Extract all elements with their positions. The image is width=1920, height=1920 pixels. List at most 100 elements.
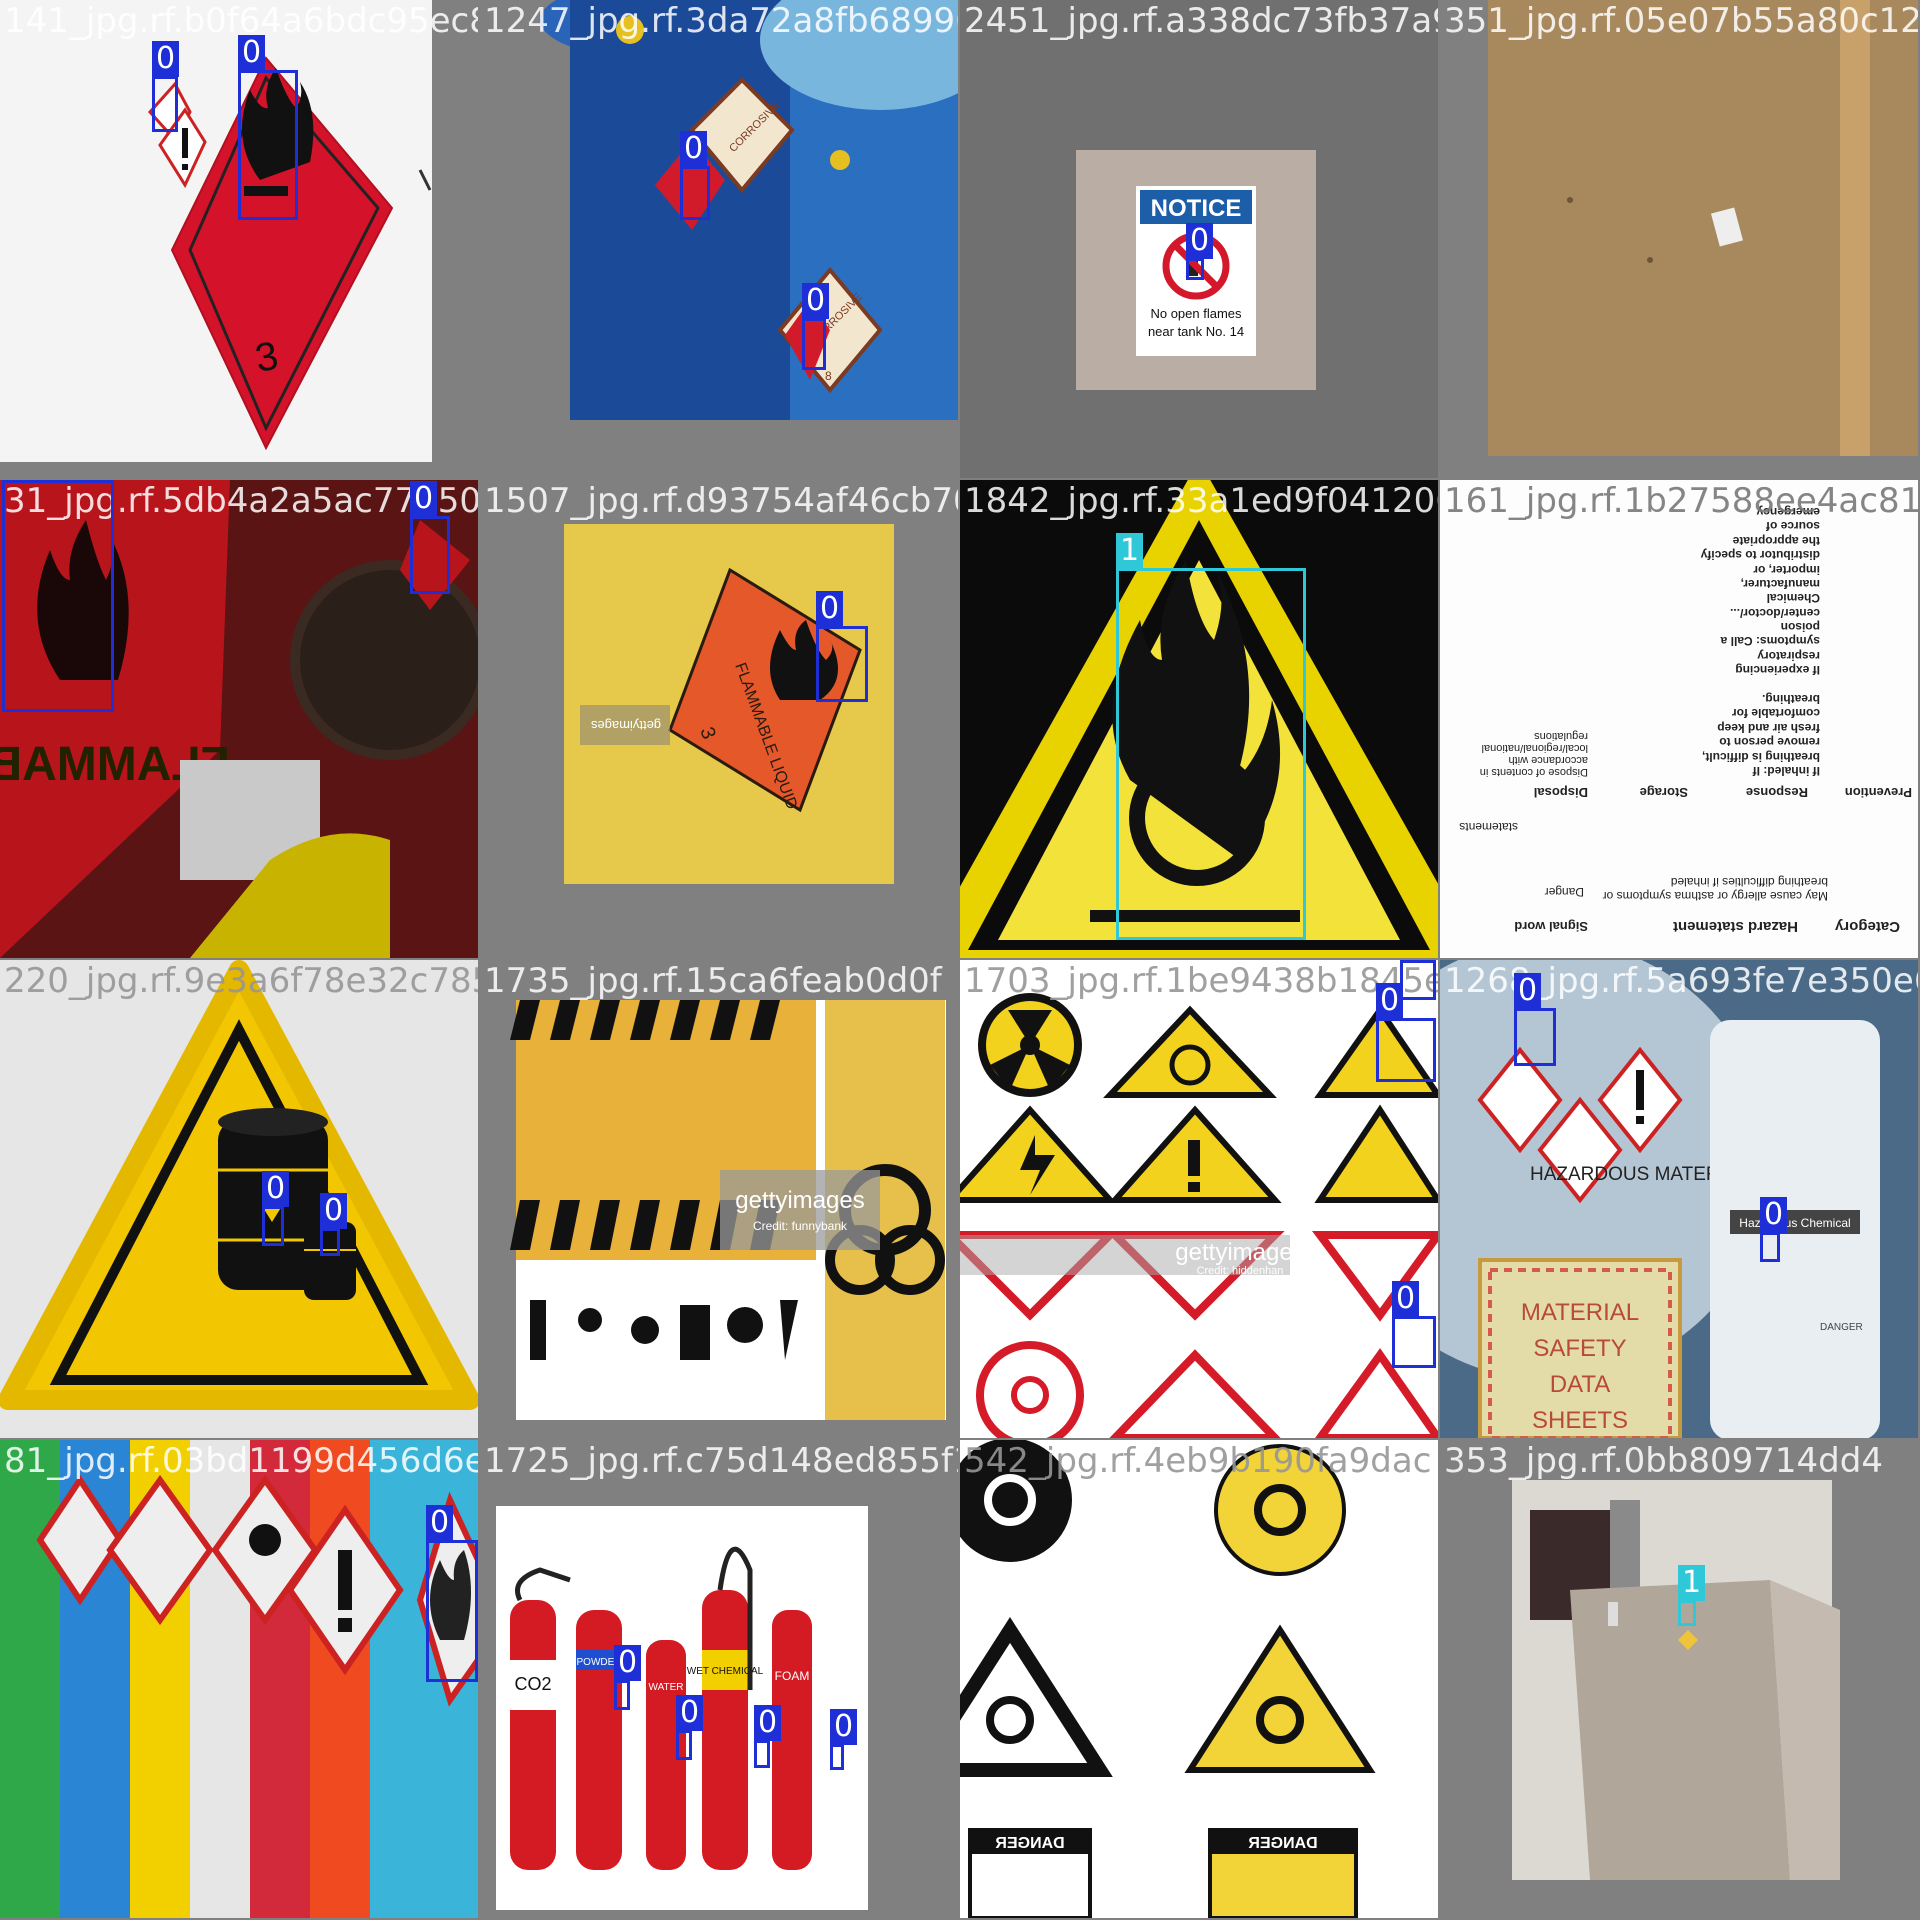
detection-label: 0	[262, 1171, 290, 1207]
watermark-credit: Credit: hiddenhan	[1197, 1265, 1284, 1277]
tile-2-image: CORROSIVE CORROSIVE 8	[480, 0, 958, 478]
detection-box: 0	[1376, 983, 1436, 1082]
detection-box: 1	[1678, 1565, 1706, 1626]
detection-box: 0	[1392, 1281, 1436, 1368]
tile-8-image: Category Hazard statement Signal word Ma…	[1440, 480, 1918, 958]
msds-line-3: DATA	[1550, 1371, 1610, 1398]
detection-box: 0	[320, 1193, 348, 1256]
tile-7: 1842_jpg.rf.33a1ed9f0412063 1	[960, 480, 1438, 958]
detection-label: 1	[1678, 1565, 1706, 1601]
jug-label: Hazardous Chemical	[1739, 1216, 1850, 1230]
hazard-text: May cause allergy or asthma symptoms or …	[1602, 875, 1828, 903]
tile-13: 81_jpg.rf.03bd1199d456d6ea 0	[0, 1440, 478, 1918]
tile-6: FLAMMABLE LIQUID 3 gettyimages 1507_jpg.…	[480, 480, 958, 958]
tile-8: Category Hazard statement Signal word Ma…	[1440, 480, 1918, 958]
msds-line-1: MATERIAL	[1521, 1299, 1639, 1326]
tile-6-image: FLAMMABLE LIQUID 3 gettyimages	[480, 480, 958, 958]
col-storage: Storage	[1640, 785, 1688, 800]
col-signal: Signal word	[1514, 919, 1588, 934]
tile-filename: 141_jpg.rf.b0f64a6bdc95ec88	[4, 1, 478, 41]
detection-label: 0	[754, 1705, 782, 1741]
tile-filename: 353_jpg.rf.0bb809714dd4	[1444, 1441, 1883, 1481]
detection-label: 0	[410, 481, 438, 517]
detection-box: 0	[426, 1505, 478, 1682]
tile-filename: 1735_jpg.rf.15ca6feab0d0f	[484, 961, 942, 1001]
danger-label-a: DANGER	[995, 1835, 1065, 1852]
detection-label: 0	[1760, 1197, 1788, 1233]
tile-10-image: gettyimages Credit: funnybank 1657000	[480, 960, 958, 1438]
foam-label: FOAM	[775, 1669, 810, 1683]
tile-11: gettyimages Credit: hiddenhan 1703_jpg.r…	[960, 960, 1438, 1438]
detection-label: 0	[152, 41, 180, 77]
notice-line-1: No open flames	[1150, 306, 1242, 321]
tile-13-image	[0, 1440, 478, 1918]
tile-filename: 161_jpg.rf.1b27588ee4ac815	[1444, 481, 1918, 521]
tile-5: FLAMMABLE 31_jpg.rf.5db4a2a5ac77950 0 0	[0, 480, 478, 958]
detection-label: 0	[816, 591, 844, 627]
tile-filename: 220_jpg.rf.9e3a6f78e32c785	[4, 961, 478, 1001]
detection-box: 0	[802, 283, 830, 370]
tile-filename: 81_jpg.rf.03bd1199d456d6ea	[4, 1441, 478, 1481]
response-2: If experiencing respiratory symptoms: Ca…	[1700, 504, 1820, 678]
col-hazard: Hazard statement	[1673, 918, 1798, 935]
detection-box: 0	[754, 1705, 782, 1768]
danger-label: DANGER	[1820, 1322, 1863, 1333]
tile-filename: 542_jpg.rf.4eb9b190fa9dac	[964, 1441, 1432, 1481]
mosaic-grid: 3 141_jpg.rf.b0f64a6bdc95ec88 0 0 CORROS…	[0, 0, 1920, 1920]
detection-label: 0	[238, 35, 266, 71]
col-response: Response	[1746, 785, 1808, 800]
tile-filename: 2451_jpg.rf.a338dc73fb37a9f3	[964, 1, 1438, 41]
tile-filename: 351_jpg.rf.05e07b55a80c1234	[1444, 1, 1918, 41]
tile-filename: 1842_jpg.rf.33a1ed9f0412063	[964, 481, 1438, 521]
tile-filename: 1725_jpg.rf.c75d148ed855f1f85	[484, 1441, 958, 1481]
watermark: gettyimages	[735, 1187, 864, 1214]
tile-12-image: HAZARDOUS MATERIAL Hazardous Chemical DA…	[1440, 960, 1918, 1438]
detection-box: 0	[152, 41, 180, 132]
detection-box: 0	[262, 1171, 290, 1246]
detection-box: 0	[1760, 1197, 1788, 1262]
stock-number: 1657000	[528, 1369, 575, 1383]
tile-9-image	[0, 960, 478, 1438]
tile-1: 3 141_jpg.rf.b0f64a6bdc95ec88 0 0	[0, 0, 478, 478]
tile-11-image: gettyimages Credit: hiddenhan	[960, 960, 1438, 1438]
detection-label: 1	[1116, 533, 1144, 569]
detection-box: 0	[410, 481, 450, 594]
class-number-8: 8	[825, 369, 832, 383]
detection-label: 0	[676, 1695, 704, 1731]
detection-box: 0	[1514, 973, 1556, 1066]
detection-label: 0	[680, 131, 708, 167]
detection-box: 0	[1186, 223, 1214, 280]
co2-label: CO2	[514, 1674, 551, 1694]
tile-9: 220_jpg.rf.9e3a6f78e32c785 0 0	[0, 960, 478, 1438]
watermark: gettyimages	[590, 718, 661, 733]
detection-box: 1	[1116, 533, 1306, 940]
tile-16-image	[1440, 1440, 1918, 1918]
detection-label: 0	[614, 1645, 642, 1681]
tile-16: 353_jpg.rf.0bb809714dd4 1	[1440, 1440, 1918, 1918]
tile-15: DANGER DANGER 542_jpg.rf.4eb9b190fa9dac	[960, 1440, 1438, 1918]
notice-line-2: near tank No. 14	[1148, 324, 1244, 339]
detection-label: 0	[1400, 960, 1428, 961]
detection-label: 0	[802, 283, 830, 319]
detection-box: 0	[614, 1645, 642, 1710]
detection-box: 0	[680, 131, 710, 220]
tile-3: NOTICE No open flames near tank No. 14 2…	[960, 0, 1438, 478]
statements-text: statements	[1459, 820, 1518, 834]
detection-box: 0	[816, 591, 868, 702]
tile-10: gettyimages Credit: funnybank 1657000 17…	[480, 960, 958, 1438]
tile-filename: 1703_jpg.rf.1be9438b1845e	[964, 961, 1438, 1001]
detection-label: 0	[2, 480, 30, 481]
msds-line-4: SHEETS	[1532, 1407, 1628, 1434]
tile-14-image: CO2 POWDER WATER WET CHEMICAL FOAM	[480, 1440, 958, 1918]
tile-filename: 1247_jpg.rf.3da72a8fb68996e4	[484, 1, 958, 41]
tile-14: CO2 POWDER WATER WET CHEMICAL FOAM 1725_…	[480, 1440, 958, 1918]
tile-filename: 1507_jpg.rf.d93754af46cb7068	[484, 481, 958, 521]
watermark: gettyimages	[1175, 1239, 1304, 1266]
disposal-1: Dispose of contents in accordance with l…	[1479, 730, 1588, 778]
signal-text: Danger	[1545, 885, 1584, 899]
detection-box: 0	[676, 1695, 704, 1760]
detection-label: 0	[830, 1709, 858, 1745]
tile-2: CORROSIVE CORROSIVE 8 1247_jpg.rf.3da72a…	[480, 0, 958, 478]
detection-label: 0	[1392, 1281, 1420, 1317]
notice-heading: NOTICE	[1151, 195, 1242, 222]
